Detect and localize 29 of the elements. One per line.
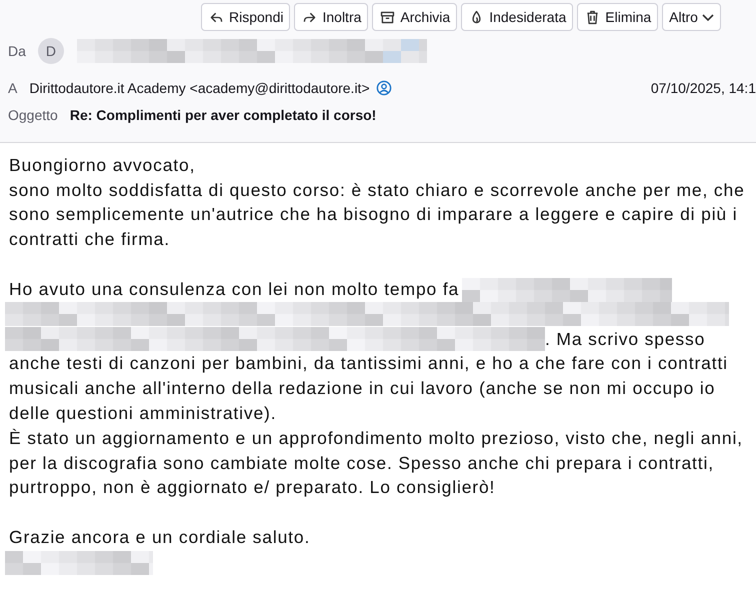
body-text: È stato un aggiornamento e un approfondimento molto prezioso, visto che, negli anni, <box>9 428 743 449</box>
body-text: delle questioni amministrative). <box>9 403 276 424</box>
body-text: musicali anche all'interno della redazione in cui lavoro (anche se non mi occupo io <box>9 378 716 400</box>
archive-icon <box>379 8 396 26</box>
toolbar-button[interactable]: Elimina <box>577 3 658 31</box>
chevron-down-icon <box>702 14 714 20</box>
message-subject: Re: Complimenti per aver completato il corso! <box>70 107 376 123</box>
toolbar-button[interactable]: Rispondi <box>201 3 290 31</box>
field-label: Oggetto <box>8 107 58 123</box>
body-text: Grazie ancora e un cordiale saluto. <box>9 527 310 548</box>
body-text: anche testi di canzoni per bambini, da tantissimi anni, e ho a che fare con i contratti <box>9 353 728 374</box>
field-label: A <box>8 80 18 96</box>
body-text: . Ma scrivo spesso <box>545 328 706 350</box>
toolbar-button[interactable]: Inoltra <box>294 3 368 31</box>
toolbar-button[interactable]: Altro <box>662 3 721 31</box>
field-label: Da <box>8 43 26 59</box>
avatar: D <box>38 38 64 64</box>
body-text: purtroppo, non è aggiornato e/ preparato. Lo consiglierò! <box>9 477 496 498</box>
body-text: sono semplicemente un'autrice che ha bisogno di imparare a leggere e capire di più i <box>9 204 738 226</box>
body-text: Buongiorno avvocato, <box>9 154 196 176</box>
body-text: contratti che firma. <box>9 229 170 250</box>
body-text: sono molto soddisfatta di questo corso: è stato chiaro e scorrevole anche per me, che <box>9 180 745 201</box>
message-date: 07/10/2025, 14:1 <box>650 80 756 96</box>
body-text: Ho avuto una consulenza con lei non molto tempo fa <box>9 279 460 300</box>
body-text: per la discografia sono cambiate molte cose. Spesso anche chi prepara i contratti, <box>9 452 714 474</box>
contact-icon[interactable] <box>376 80 392 96</box>
recipient[interactable]: Dirittodautore.it Academy <academy@dirittodautore.it> <box>29 80 370 96</box>
toolbar-button[interactable]: Archivia <box>372 3 458 31</box>
toolbar-button[interactable]: Indesiderata <box>461 3 574 31</box>
